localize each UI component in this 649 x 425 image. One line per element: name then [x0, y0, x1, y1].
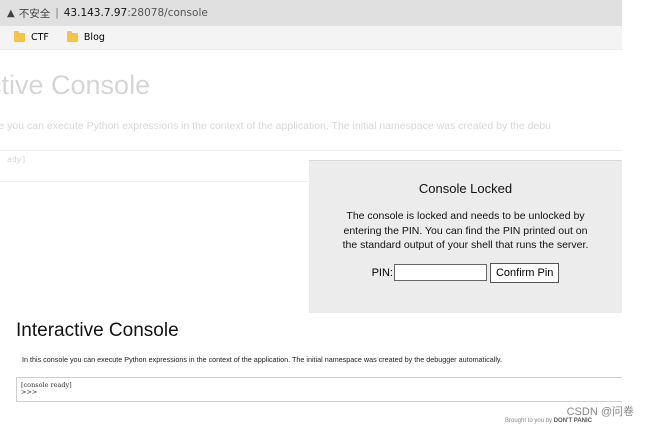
console-prompt: >>>	[21, 388, 38, 396]
url-host[interactable]: 43.143.7.97	[64, 7, 127, 19]
console-output[interactable]: [console ready] >>>	[16, 377, 622, 402]
dialog-message: The console is locked and needs to be un…	[342, 210, 589, 251]
page-title: Interactive Console	[16, 320, 179, 341]
footer-brand[interactable]: DON'T PANIC	[554, 418, 592, 424]
pin-input[interactable]	[393, 264, 487, 281]
page-description: In this console you can execute Python e…	[22, 355, 502, 364]
insecure-label[interactable]: 不安全	[19, 6, 51, 21]
background-title: ractive Console	[0, 70, 151, 100]
confirm-pin-button[interactable]: Confirm Pin	[489, 262, 560, 283]
footer: Brought to you by DON'T PANIC	[505, 418, 592, 424]
console-ready-line: [console ready]	[21, 381, 72, 389]
pin-label: PIN:	[371, 266, 393, 279]
address-bar[interactable]: ▲ 不安全 | 43.143.7.97:28078/console	[0, 0, 622, 26]
background-description: sole you can execute Python expressions …	[0, 120, 551, 132]
console-locked-dialog: Console Locked The console is locked and…	[309, 160, 622, 313]
folder-icon	[66, 31, 78, 42]
address-separator: |	[55, 7, 59, 19]
warning-icon[interactable]: ▲	[7, 8, 15, 19]
bookmark-label: CTF	[31, 32, 49, 43]
csdn-watermark: CSDN @问卷	[566, 406, 634, 418]
pin-row: PIN: Confirm Pin	[309, 262, 622, 283]
dialog-title: Console Locked	[418, 181, 513, 196]
background-console-text: ady]	[7, 155, 27, 164]
bookmark-ctf[interactable]: CTF	[14, 31, 49, 43]
folder-icon	[14, 31, 25, 42]
footer-prefix: Brought to you by	[505, 418, 553, 424]
bookmark-blog[interactable]: Blog	[66, 31, 105, 43]
url-path[interactable]: :28078/console	[127, 7, 208, 19]
bookmarks-bar: CTF Blog	[0, 26, 622, 50]
bookmark-label: Blog	[83, 32, 105, 43]
